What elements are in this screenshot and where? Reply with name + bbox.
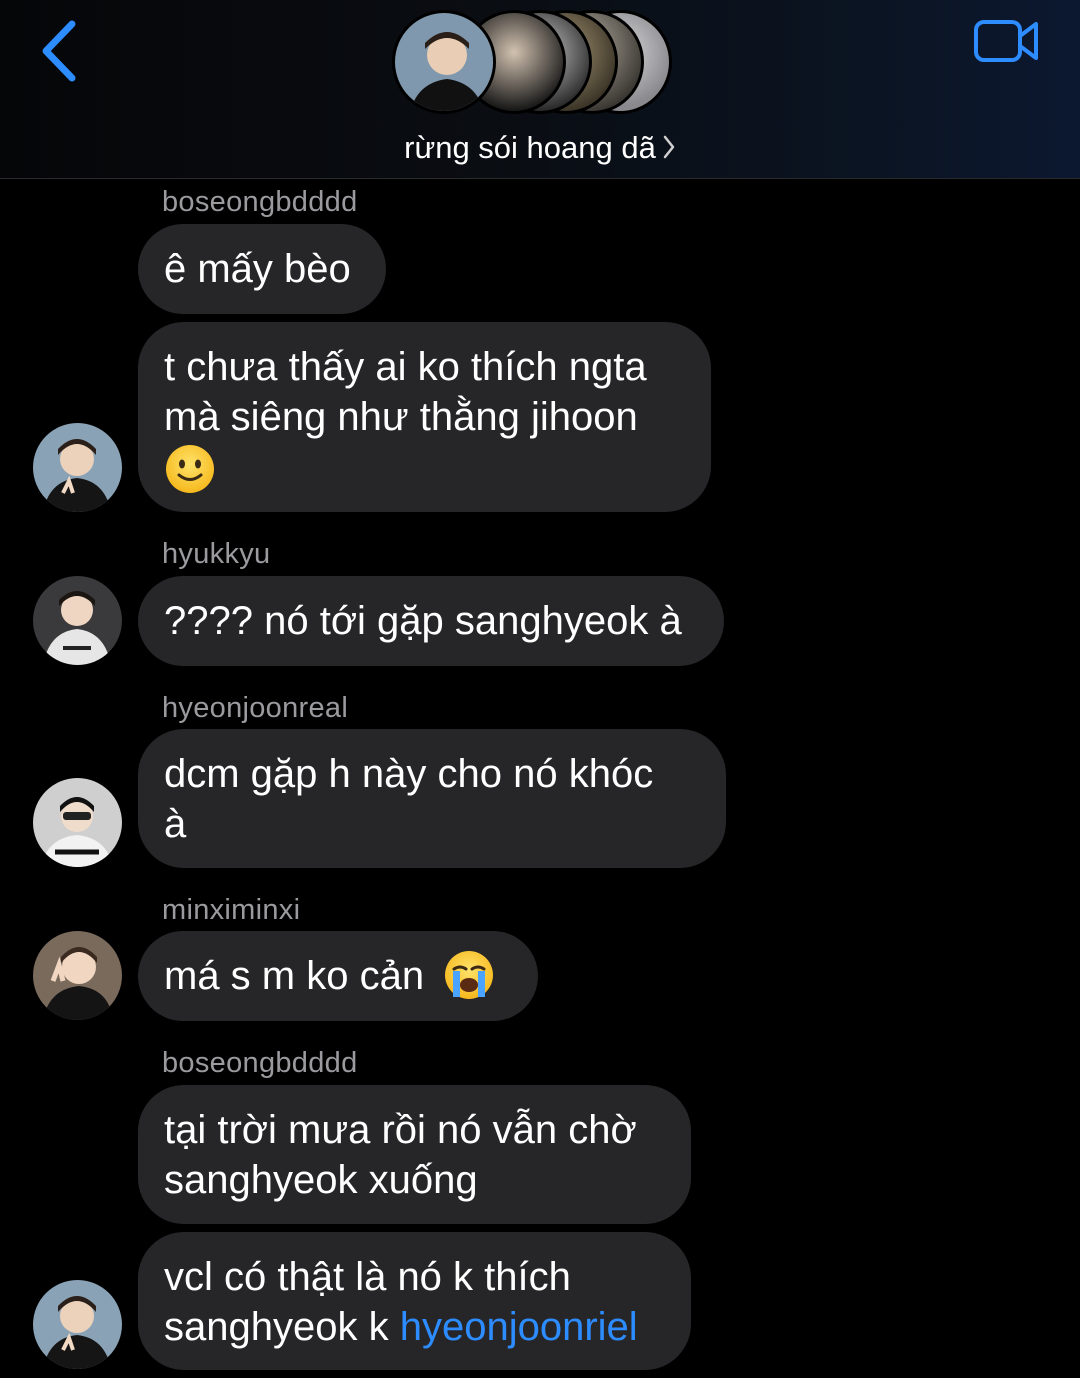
chevron-right-icon <box>663 135 675 159</box>
message-bubble[interactable]: ê mấy bèo <box>138 224 386 314</box>
message-text: dcm gặp h này cho nó khóc <box>164 752 654 796</box>
message-bubble[interactable]: ???? nó tới gặp sanghyeok à <box>138 576 724 666</box>
message-bubble[interactable]: vcl có thật là nó k thích sanghyeok k hy… <box>138 1232 691 1370</box>
slightly-smiling-face-emoji <box>166 445 214 494</box>
sender-name: hyeonjoonreal <box>162 692 349 724</box>
avatar[interactable] <box>33 423 122 512</box>
message-text: sanghyeok xuống <box>164 1158 478 1202</box>
message-text: mà siêng như thằng jihoon <box>164 395 638 439</box>
group-avatar-stack[interactable] <box>392 10 692 120</box>
chevron-left-icon <box>42 20 76 82</box>
message-text: tại trời mưa rồi nó vẫn chờ <box>164 1108 637 1152</box>
message-bubble[interactable]: má s m ko cản <box>138 931 538 1021</box>
group-name-title[interactable]: rừng sói hoang dã <box>0 130 1080 168</box>
message-text: ???? nó tới gặp sanghyeok à <box>164 599 682 643</box>
message-text: ê mấy bèo <box>164 247 351 291</box>
message-text: sanghyeok k <box>164 1305 400 1349</box>
message-bubble[interactable]: tại trời mưa rồi nó vẫn chờ sanghyeok xu… <box>138 1085 691 1224</box>
back-button[interactable] <box>36 18 86 84</box>
message-text: má s m ko cản <box>164 954 425 998</box>
stack-avatar <box>392 10 496 114</box>
chat-header: rừng sói hoang dã <box>0 0 1080 179</box>
video-call-button[interactable] <box>972 18 1042 66</box>
group-name-label: rừng sói hoang dã <box>404 130 656 165</box>
avatar[interactable] <box>33 931 122 1020</box>
message-text: t chưa thấy ai ko thích ngta <box>164 345 647 389</box>
sender-name: boseongbdddd <box>162 1047 358 1079</box>
mention-link[interactable]: hyeonjoonriel <box>400 1305 638 1349</box>
avatar[interactable] <box>33 576 122 665</box>
sender-name: hyukkyu <box>162 538 271 570</box>
message-bubble[interactable]: dcm gặp h này cho nó khóc à <box>138 729 726 868</box>
loudly-crying-face-emoji <box>445 951 494 1000</box>
avatar[interactable] <box>33 778 122 867</box>
avatar[interactable] <box>33 1280 122 1369</box>
message-bubble[interactable]: t chưa thấy ai ko thích ngta mà siêng nh… <box>138 322 711 512</box>
message-text: à <box>164 802 187 846</box>
video-camera-icon <box>974 20 1038 62</box>
sender-name: minximinxi <box>162 894 301 926</box>
message-text: vcl có thật là nó k thích <box>164 1255 571 1299</box>
sender-name: boseongbdddd <box>162 186 358 218</box>
